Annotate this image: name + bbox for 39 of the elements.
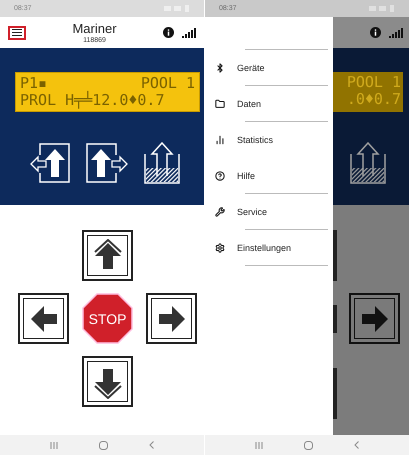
right-button[interactable] xyxy=(146,293,197,344)
lcd-text: P1▪ xyxy=(20,75,48,92)
home-icon[interactable] xyxy=(304,440,313,450)
stop-button[interactable]: STOP xyxy=(82,293,133,344)
help-icon xyxy=(215,170,225,180)
device-title: Mariner xyxy=(72,22,117,34)
drawer-item[interactable]: Einstellungen xyxy=(205,230,333,265)
lift-left-icon[interactable] xyxy=(30,143,70,183)
tools-icon xyxy=(215,206,225,216)
folder-icon xyxy=(215,98,225,108)
down-button[interactable] xyxy=(82,356,133,407)
lcd-text: POOL 1 xyxy=(140,75,195,92)
settings-icon xyxy=(215,242,225,252)
signal-icon xyxy=(389,28,403,38)
lcd-text: PROL H╤╧12.0♦0.7 xyxy=(20,92,166,109)
up-button[interactable] xyxy=(82,230,133,281)
back-icon[interactable] xyxy=(354,441,359,449)
tank-up-icon[interactable] xyxy=(144,142,180,184)
info-icon[interactable] xyxy=(370,27,381,38)
lift-right-icon[interactable] xyxy=(86,143,128,183)
left-button[interactable] xyxy=(18,293,69,344)
drawer-item[interactable]: Service xyxy=(205,194,333,229)
menu-icon xyxy=(12,29,22,36)
menu-button[interactable] xyxy=(8,26,26,40)
lcd-text: POOL 1 xyxy=(346,74,401,91)
drawer-item[interactable]: Hilfe xyxy=(205,158,333,193)
lcd-text: .0♦0.7 xyxy=(346,91,401,108)
recent-apps-icon[interactable] xyxy=(255,442,264,448)
drawer-item[interactable]: Daten xyxy=(205,86,333,121)
bar-chart-icon xyxy=(215,134,225,144)
home-icon[interactable] xyxy=(98,440,108,450)
back-icon[interactable] xyxy=(148,441,154,449)
signal-icon xyxy=(182,28,196,38)
drawer-item[interactable]: Statistics xyxy=(205,122,333,157)
recent-apps-icon[interactable] xyxy=(50,442,58,448)
drawer-item[interactable]: Geräte xyxy=(205,50,333,85)
tank-up-icon[interactable] xyxy=(350,142,386,184)
bluetooth-icon xyxy=(215,62,225,72)
info-icon[interactable] xyxy=(163,27,174,38)
